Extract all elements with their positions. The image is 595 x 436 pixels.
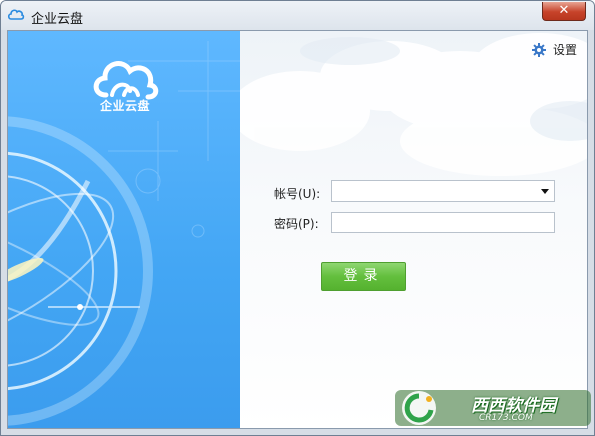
password-field[interactable] (331, 212, 555, 233)
settings-button[interactable]: 设置 (531, 42, 577, 60)
password-label: 密码(P): (274, 217, 319, 231)
account-label: 帐号(U): (274, 187, 321, 201)
login-button[interactable]: 登录 (321, 262, 406, 291)
logo-text: 企业云盘 (99, 99, 150, 113)
client-area: 企业云盘 设置 帐号(U): 密码(P): 登录 (7, 30, 588, 429)
cloud-icon (7, 9, 25, 20)
watermark-site: CR173.COM (479, 413, 533, 423)
settings-label: 设置 (552, 43, 577, 57)
logo-cloud-icon (93, 61, 159, 100)
app-window: 企业云盘 ✕ 企业云盘 设置 帐号(U): 密码(P): 登录 西西软件园 CR… (0, 0, 595, 436)
gear-icon (531, 43, 546, 57)
login-panel: 设置 帐号(U): 密码(P): 登录 (240, 31, 587, 428)
account-combobox[interactable] (331, 180, 555, 202)
brand-panel: 企业云盘 (8, 31, 240, 428)
dropdown-arrow-icon[interactable] (541, 189, 549, 194)
title-bar[interactable]: 企业云盘 ✕ (1, 1, 594, 30)
window-title: 企业云盘 (31, 12, 84, 27)
close-button[interactable]: ✕ (542, 2, 586, 21)
